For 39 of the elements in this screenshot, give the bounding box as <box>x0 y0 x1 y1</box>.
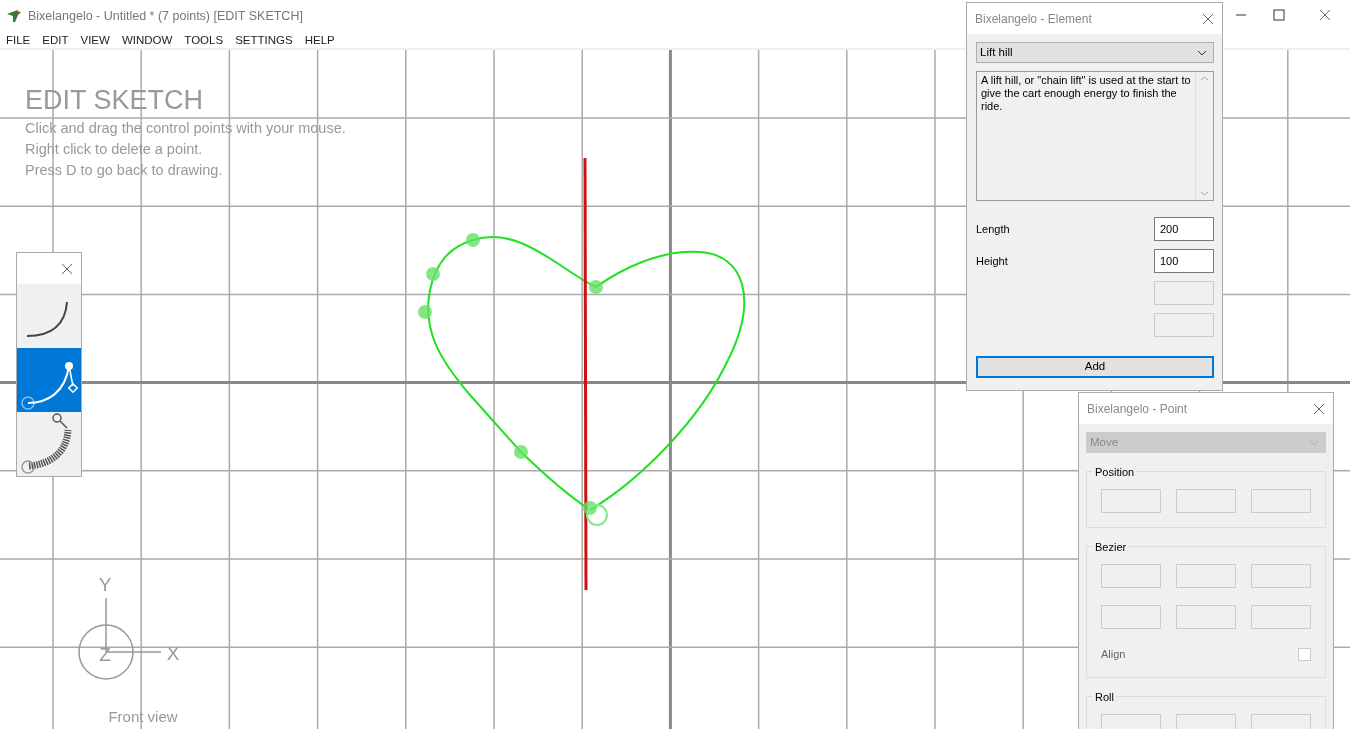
menu-item[interactable]: HELP <box>298 32 341 48</box>
element-type-dropdown[interactable]: Lift hill <box>976 42 1214 63</box>
description-box: A lift hill, or "chain lift" is used at the start to give the cart enough energy to finish the ride. <box>976 71 1214 201</box>
app-icon <box>6 9 22 23</box>
close-icon <box>61 262 73 275</box>
axis-gizmo-icon <box>78 597 162 680</box>
close-icon <box>1319 9 1331 21</box>
menu-item[interactable]: EDIT <box>36 32 75 48</box>
axis-label: Y <box>98 574 112 595</box>
close-button[interactable] <box>61 262 73 275</box>
axis-label: X <box>166 643 180 664</box>
scroll-down-icon[interactable] <box>1200 191 1209 196</box>
menu-item[interactable]: TOOLS <box>178 32 230 48</box>
menu-item[interactable]: VIEW <box>74 32 116 48</box>
menu-item[interactable]: WINDOW <box>115 32 179 48</box>
add-button[interactable]: Add <box>976 356 1214 378</box>
scroll-up-icon[interactable] <box>1200 76 1209 81</box>
maximize-icon <box>1273 9 1285 21</box>
input-field[interactable]: 100 <box>1154 249 1214 273</box>
close-button[interactable] <box>1202 12 1214 25</box>
close-icon <box>1313 402 1325 415</box>
field-label: Length <box>976 221 1010 237</box>
field-label: Height <box>976 253 1008 269</box>
control-point[interactable] <box>583 501 597 515</box>
tool-button[interactable] <box>17 348 81 412</box>
chevron-down-icon <box>1309 439 1319 446</box>
close-button[interactable] <box>1313 402 1325 415</box>
menu-item[interactable]: FILE <box>0 32 37 48</box>
window-title: Bixelangelo - Untitled * (7 points) [EDIT SKETCH] <box>28 7 303 25</box>
selection-ring <box>586 504 608 526</box>
close-icon <box>1202 12 1214 25</box>
menu-item[interactable]: SETTINGS <box>229 32 299 48</box>
window-title: Bixelangelo - Point <box>1087 400 1188 418</box>
chevron-down-icon <box>1197 49 1207 56</box>
align-checkbox[interactable] <box>1298 647 1311 661</box>
axis-label: Z <box>99 644 111 665</box>
input-field[interactable]: 200 <box>1154 217 1214 241</box>
window-title: Bixelangelo - Element <box>975 10 1092 28</box>
checkbox-label: Align <box>1101 647 1126 662</box>
